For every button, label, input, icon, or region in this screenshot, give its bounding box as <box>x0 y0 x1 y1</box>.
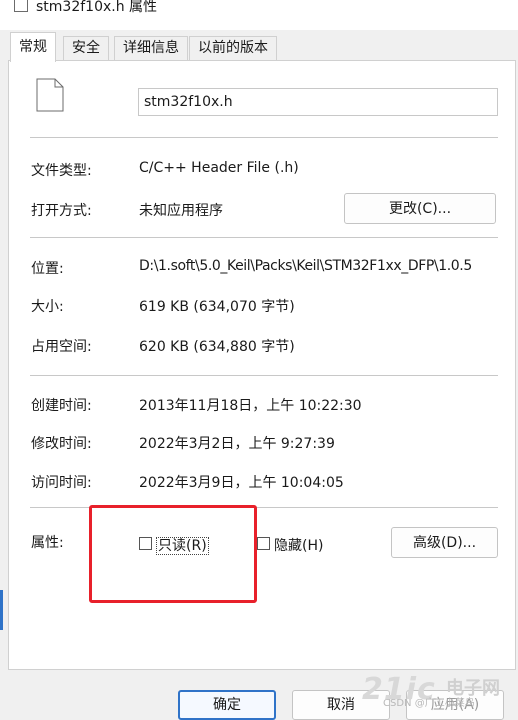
change-button[interactable]: 更改(C)... <box>344 193 496 224</box>
general-panel <box>8 60 516 670</box>
tab-security[interactable]: 安全 <box>63 36 109 60</box>
size-value: 619 KB (634,070 字节) <box>139 299 295 315</box>
document-icon <box>14 0 28 12</box>
divider <box>30 237 498 238</box>
open-with-value: 未知应用程序 <box>139 203 223 219</box>
size-on-disk-label: 占用空间: <box>31 339 92 355</box>
open-with-label: 打开方式: <box>31 203 92 219</box>
file-icon <box>36 78 64 112</box>
file-type-value: C/C++ Header File (.h) <box>139 160 299 176</box>
accessed-label: 访问时间: <box>31 475 92 491</box>
highlight-box <box>89 505 257 603</box>
location-label: 位置: <box>31 261 64 277</box>
window-title: stm32f10x.h 属性 <box>36 0 158 15</box>
window-accent <box>0 590 3 630</box>
tab-general[interactable]: 常规 <box>10 32 56 62</box>
modified-value: 2022年3月2日，上午 9:27:39 <box>139 436 335 452</box>
location-value: D:\1.soft\5.0_Keil\Packs\Keil\STM32F1xx_… <box>139 258 472 274</box>
hidden-checkbox[interactable] <box>257 537 270 550</box>
created-value: 2013年11月18日，上午 10:22:30 <box>139 398 362 414</box>
created-label: 创建时间: <box>31 398 92 414</box>
attributes-label: 属性: <box>31 535 64 551</box>
watermark-caption: CSDN @广工小菜鸟 <box>383 698 475 709</box>
divider <box>30 375 498 376</box>
size-on-disk-value: 620 KB (634,880 字节) <box>139 339 295 355</box>
size-label: 大小: <box>31 299 64 315</box>
modified-label: 修改时间: <box>31 436 92 452</box>
accessed-value: 2022年3月9日，上午 10:04:05 <box>139 475 344 491</box>
file-type-label: 文件类型: <box>31 163 92 179</box>
tab-previous-versions[interactable]: 以前的版本 <box>189 36 277 60</box>
hidden-label[interactable]: 隐藏(H) <box>274 535 323 555</box>
advanced-button[interactable]: 高级(D)... <box>391 527 498 558</box>
ok-button[interactable]: 确定 <box>178 690 276 720</box>
file-name-input[interactable] <box>138 88 498 116</box>
divider <box>30 137 498 138</box>
tab-details[interactable]: 详细信息 <box>114 36 188 60</box>
